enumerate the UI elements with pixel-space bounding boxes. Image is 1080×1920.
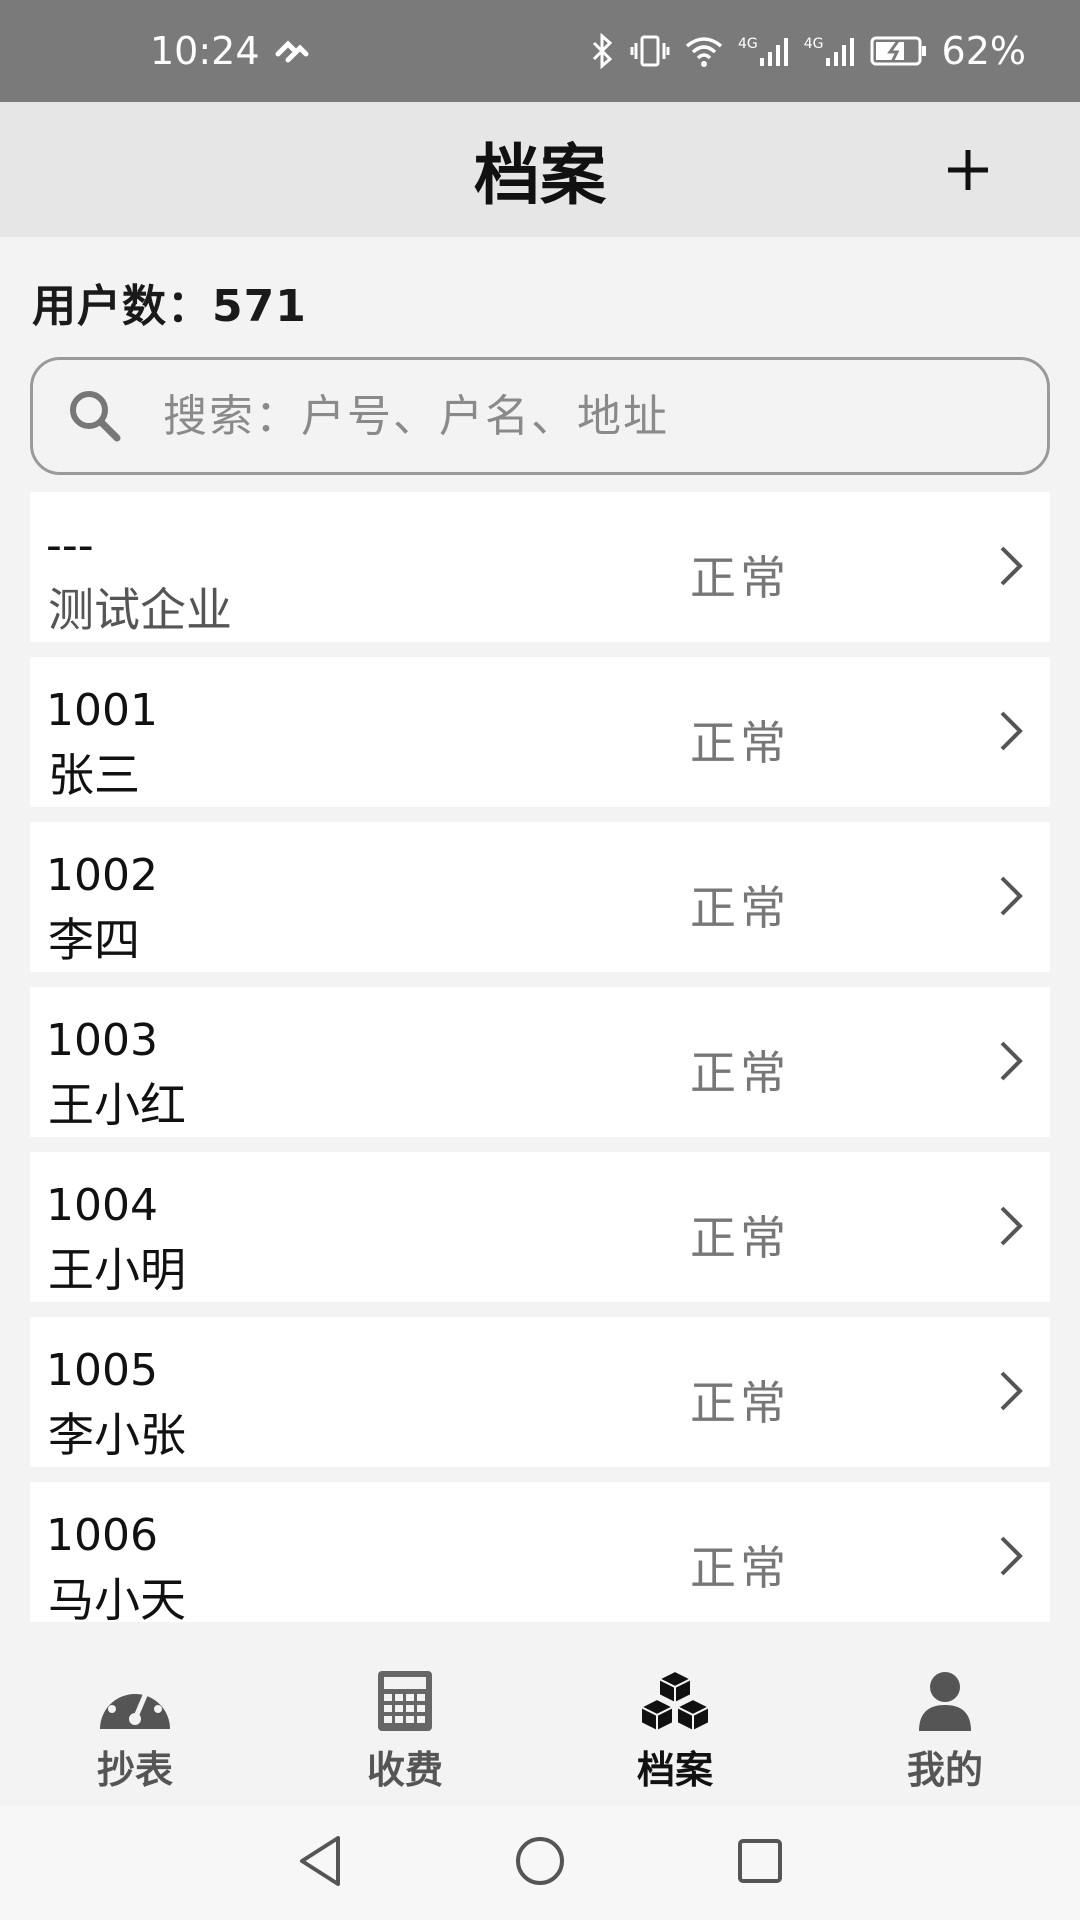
list-item[interactable]: 1004 王小明 正常 (30, 1152, 1050, 1302)
back-triangle-icon (300, 1835, 340, 1886)
signal-bars-icon (759, 38, 788, 66)
nav-item-billing[interactable]: 收费 (270, 1655, 540, 1805)
status-bar: 10:24 4G 4G 62% (0, 0, 1080, 102)
back-button[interactable] (296, 1834, 344, 1892)
record-name: 马小天 (48, 1573, 186, 1627)
wifi-icon (685, 37, 723, 67)
record-code: 1006 (46, 1510, 158, 1561)
record-status: 正常 (690, 881, 790, 935)
record-name: 张三 (48, 748, 140, 802)
record-status: 正常 (690, 1211, 790, 1265)
bottom-nav: 抄表 收费 档案 我的 (0, 1655, 1080, 1805)
record-code: 1002 (46, 850, 158, 901)
record-code: --- (46, 520, 94, 571)
search-box[interactable] (30, 357, 1050, 475)
list-item[interactable]: 1001 张三 正常 (30, 657, 1050, 807)
network-type-2: 4G (803, 36, 824, 52)
chevron-right-icon (1000, 1206, 1023, 1246)
record-list: --- 测试企业 正常 1001 张三 正常 1002 李四 正常 1003 王… (30, 492, 1050, 1637)
network-type-1: 4G (738, 36, 758, 52)
nav-label: 抄表 (96, 1748, 173, 1792)
battery-percent: 62% (941, 29, 1026, 73)
chevron-right-icon (1000, 1041, 1023, 1081)
speedometer-icon (100, 1679, 170, 1729)
signal-bars-icon (825, 38, 854, 66)
list-item[interactable]: 1002 李四 正常 (30, 822, 1050, 972)
status-left: 10:24 (150, 29, 310, 73)
list-item[interactable]: 1006 马小天 正常 (30, 1482, 1050, 1627)
status-right: 4G 4G 62% (590, 29, 1026, 73)
chevron-right-icon (1000, 876, 1023, 916)
vibrate-icon (630, 35, 670, 67)
list-item[interactable]: 1003 王小红 正常 (30, 987, 1050, 1137)
record-name: 王小明 (48, 1243, 186, 1297)
nav-label: 收费 (366, 1748, 443, 1792)
link-icon (275, 40, 309, 63)
list-item[interactable]: --- 测试企业 正常 (30, 492, 1050, 642)
chevron-right-icon (1000, 711, 1023, 751)
record-name: 测试企业 (48, 583, 232, 637)
plus-icon (948, 150, 988, 190)
record-name: 李四 (48, 913, 140, 967)
signal-1: 4G (738, 36, 790, 66)
record-code: 1004 (46, 1180, 158, 1231)
recents-square-icon (738, 1838, 782, 1883)
nav-item-records[interactable]: 档案 (540, 1655, 810, 1805)
recents-button[interactable] (736, 1837, 784, 1889)
chevron-right-icon (1000, 546, 1023, 586)
nav-label: 档案 (636, 1748, 713, 1792)
record-status: 正常 (690, 1376, 790, 1430)
signal-2: 4G (804, 36, 856, 66)
system-nav (0, 1805, 1080, 1920)
home-circle-icon (516, 1836, 564, 1885)
chevron-right-icon (1000, 1536, 1023, 1576)
record-name: 李小张 (48, 1408, 186, 1462)
home-button[interactable] (514, 1835, 566, 1891)
user-count: 用户数：571 (32, 281, 307, 332)
cubes-icon (638, 1669, 712, 1733)
chevron-right-icon (1000, 1371, 1023, 1411)
list-item[interactable]: 1005 李小张 正常 (30, 1317, 1050, 1467)
record-status: 正常 (690, 1046, 790, 1100)
calculator-icon (378, 1671, 432, 1731)
bluetooth-icon (592, 33, 613, 69)
search-icon (70, 391, 121, 442)
record-name: 王小红 (48, 1078, 186, 1132)
record-status: 正常 (690, 716, 790, 770)
nav-item-mine[interactable]: 我的 (810, 1655, 1080, 1805)
battery-icon (870, 36, 926, 66)
record-code: 1003 (46, 1015, 158, 1066)
nav-label: 我的 (906, 1748, 983, 1792)
record-status: 正常 (690, 1541, 790, 1595)
page-title: 档案 (474, 136, 606, 214)
person-icon (919, 1672, 971, 1731)
record-code: 1005 (46, 1345, 158, 1396)
status-time: 10:24 (150, 29, 260, 73)
add-button[interactable] (936, 138, 1000, 202)
title-bar: 档案 (0, 102, 1080, 237)
nav-item-meter-reading[interactable]: 抄表 (0, 1655, 270, 1805)
record-status: 正常 (690, 551, 790, 605)
search-input[interactable] (163, 390, 983, 442)
record-code: 1001 (46, 685, 158, 736)
